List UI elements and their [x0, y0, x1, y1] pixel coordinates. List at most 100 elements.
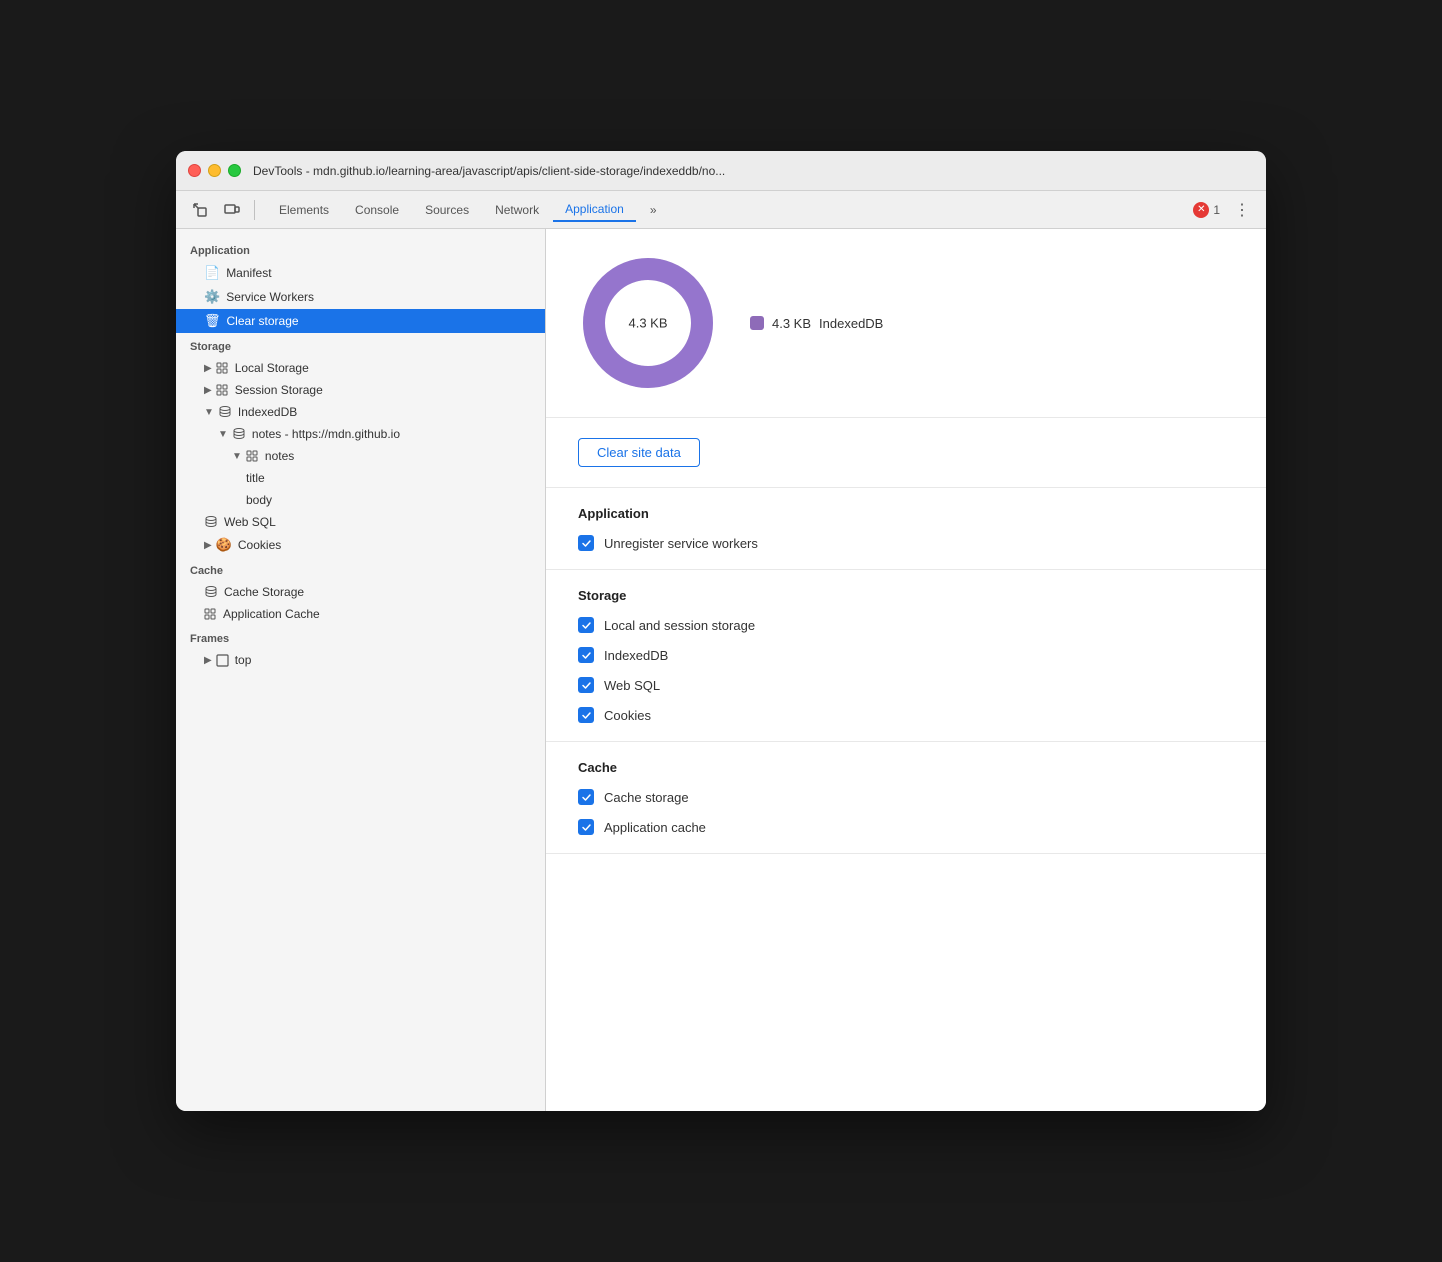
legend-value: 4.3 KB	[772, 316, 811, 331]
error-count: 1	[1213, 203, 1220, 217]
tab-more[interactable]: »	[638, 198, 669, 222]
web-sql-label: Web SQL	[224, 515, 276, 529]
checkbox-web-sql-control[interactable]	[578, 677, 594, 693]
service-workers-label: Service Workers	[226, 290, 314, 304]
frame-icon	[216, 654, 229, 667]
web-sql-cb-label: Web SQL	[604, 678, 660, 693]
indexeddb-cb-label: IndexedDB	[604, 648, 668, 663]
unregister-sw-label: Unregister service workers	[604, 536, 758, 551]
toolbar-right: ✕ 1 ⋮	[1193, 196, 1256, 224]
cookie-icon: 🍪	[216, 537, 232, 553]
checkbox-cache-storage: Cache storage	[578, 789, 1234, 805]
device-icon[interactable]	[218, 196, 246, 224]
sidebar-item-top-frame[interactable]: ▶ top	[176, 649, 545, 671]
checkbox-unregister-sw-control[interactable]	[578, 535, 594, 551]
content-area: 4.3 KB 4.3 KB IndexedDB Clear site data …	[546, 229, 1266, 1111]
cache-storage-label: Cache Storage	[224, 585, 304, 599]
app-cache-label: Application Cache	[223, 607, 320, 621]
sidebar-item-indexeddb[interactable]: ▼ IndexedDB	[176, 401, 545, 423]
sidebar-item-cookies[interactable]: ▶ 🍪 Cookies	[176, 533, 545, 557]
db-icon	[204, 585, 218, 599]
indexeddb-label: IndexedDB	[238, 405, 297, 419]
tab-sources[interactable]: Sources	[413, 198, 481, 222]
local-session-label: Local and session storage	[604, 618, 755, 633]
app-cache-cb-label: Application cache	[604, 820, 706, 835]
sidebar-item-body[interactable]: body	[176, 489, 545, 511]
sidebar-item-app-cache[interactable]: Application Cache	[176, 603, 545, 625]
clear-site-data-button[interactable]: Clear site data	[578, 438, 700, 467]
arrow-icon: ▶	[204, 655, 212, 666]
checkbox-indexeddb: IndexedDB	[578, 647, 1234, 663]
main-area: Application 📄 Manifest ⚙️ Service Worker…	[176, 229, 1266, 1111]
tab-network[interactable]: Network	[483, 198, 551, 222]
body-field-label: body	[246, 493, 272, 507]
checkbox-cache-storage-control[interactable]	[578, 789, 594, 805]
checkbox-indexeddb-control[interactable]	[578, 647, 594, 663]
titlebar: DevTools - mdn.github.io/learning-area/j…	[176, 151, 1266, 191]
tab-console[interactable]: Console	[343, 198, 411, 222]
chart-area: 4.3 KB 4.3 KB IndexedDB	[546, 229, 1266, 418]
sidebar-item-cache-storage[interactable]: Cache Storage	[176, 581, 545, 603]
db-icon	[218, 405, 232, 419]
sidebar-item-service-workers[interactable]: ⚙️ Service Workers	[176, 285, 545, 309]
title-field-label: title	[246, 471, 265, 485]
window-title: DevTools - mdn.github.io/learning-area/j…	[253, 164, 1254, 178]
toolbar-separator	[254, 200, 255, 220]
arrow-icon: ▶	[204, 363, 212, 374]
application-section-title: Application	[578, 506, 1234, 521]
notes-db-label: notes - https://mdn.github.io	[252, 427, 400, 441]
chart-legend: 4.3 KB IndexedDB	[750, 316, 883, 331]
checkbox-app-cache: Application cache	[578, 819, 1234, 835]
devtools-window: DevTools - mdn.github.io/learning-area/j…	[176, 151, 1266, 1111]
sidebar-item-notes-db[interactable]: ▼ notes - https://mdn.github.io	[176, 423, 545, 445]
cookies-cb-label: Cookies	[604, 708, 651, 723]
cache-checkboxes-section: Cache Cache storage Application cache	[546, 742, 1266, 854]
maximize-button[interactable]	[228, 164, 241, 177]
checkbox-local-session: Local and session storage	[578, 617, 1234, 633]
sidebar-item-clear-storage[interactable]: 🗑 Clear storage	[176, 309, 545, 333]
local-storage-label: Local Storage	[235, 361, 309, 375]
storage-checkboxes-section: Storage Local and session storage Indexe…	[546, 570, 1266, 742]
legend-label: IndexedDB	[819, 316, 883, 331]
tab-elements[interactable]: Elements	[267, 198, 341, 222]
arrow-icon: ▼	[218, 429, 228, 440]
sidebar-item-manifest[interactable]: 📄 Manifest	[176, 261, 545, 285]
cache-section-title: Cache	[578, 760, 1234, 775]
grid-icon	[246, 450, 259, 463]
sidebar: Application 📄 Manifest ⚙️ Service Worker…	[176, 229, 546, 1111]
arrow-icon: ▼	[204, 407, 214, 418]
notes-table-label: notes	[265, 449, 294, 463]
toolbar-tabs: Elements Console Sources Network Applica…	[267, 198, 669, 222]
checkbox-app-cache-control[interactable]	[578, 819, 594, 835]
checkbox-cookies-control[interactable]	[578, 707, 594, 723]
sidebar-item-web-sql[interactable]: Web SQL	[176, 511, 545, 533]
close-button[interactable]	[188, 164, 201, 177]
inspector-icon[interactable]	[186, 196, 214, 224]
storage-section-label: Storage	[176, 333, 545, 357]
cache-section-label: Cache	[176, 557, 545, 581]
legend-dot	[750, 316, 764, 330]
db-icon	[204, 515, 218, 529]
checkbox-local-session-control[interactable]	[578, 617, 594, 633]
sidebar-item-session-storage[interactable]: ▶ Session Storage	[176, 379, 545, 401]
clear-button-area: Clear site data	[546, 418, 1266, 488]
minimize-button[interactable]	[208, 164, 221, 177]
traffic-lights	[188, 164, 241, 177]
checkbox-web-sql: Web SQL	[578, 677, 1234, 693]
sidebar-item-notes-table[interactable]: ▼ notes	[176, 445, 545, 467]
session-storage-label: Session Storage	[235, 383, 323, 397]
more-options-icon[interactable]: ⋮	[1228, 196, 1256, 224]
gear-icon: ⚙️	[204, 289, 220, 305]
arrow-icon: ▼	[232, 451, 242, 462]
tab-application[interactable]: Application	[553, 198, 636, 222]
checkbox-unregister-sw: Unregister service workers	[578, 535, 1234, 551]
manifest-label: Manifest	[226, 266, 271, 280]
sidebar-item-title[interactable]: title	[176, 467, 545, 489]
donut-chart: 4.3 KB	[578, 253, 718, 393]
chart-center-label: 4.3 KB	[628, 316, 667, 331]
arrow-icon: ▶	[204, 385, 212, 396]
doc-icon: 📄	[204, 265, 220, 281]
clear-storage-label: Clear storage	[227, 314, 299, 328]
sidebar-item-local-storage[interactable]: ▶ Local Storage	[176, 357, 545, 379]
cache-storage-cb-label: Cache storage	[604, 790, 689, 805]
